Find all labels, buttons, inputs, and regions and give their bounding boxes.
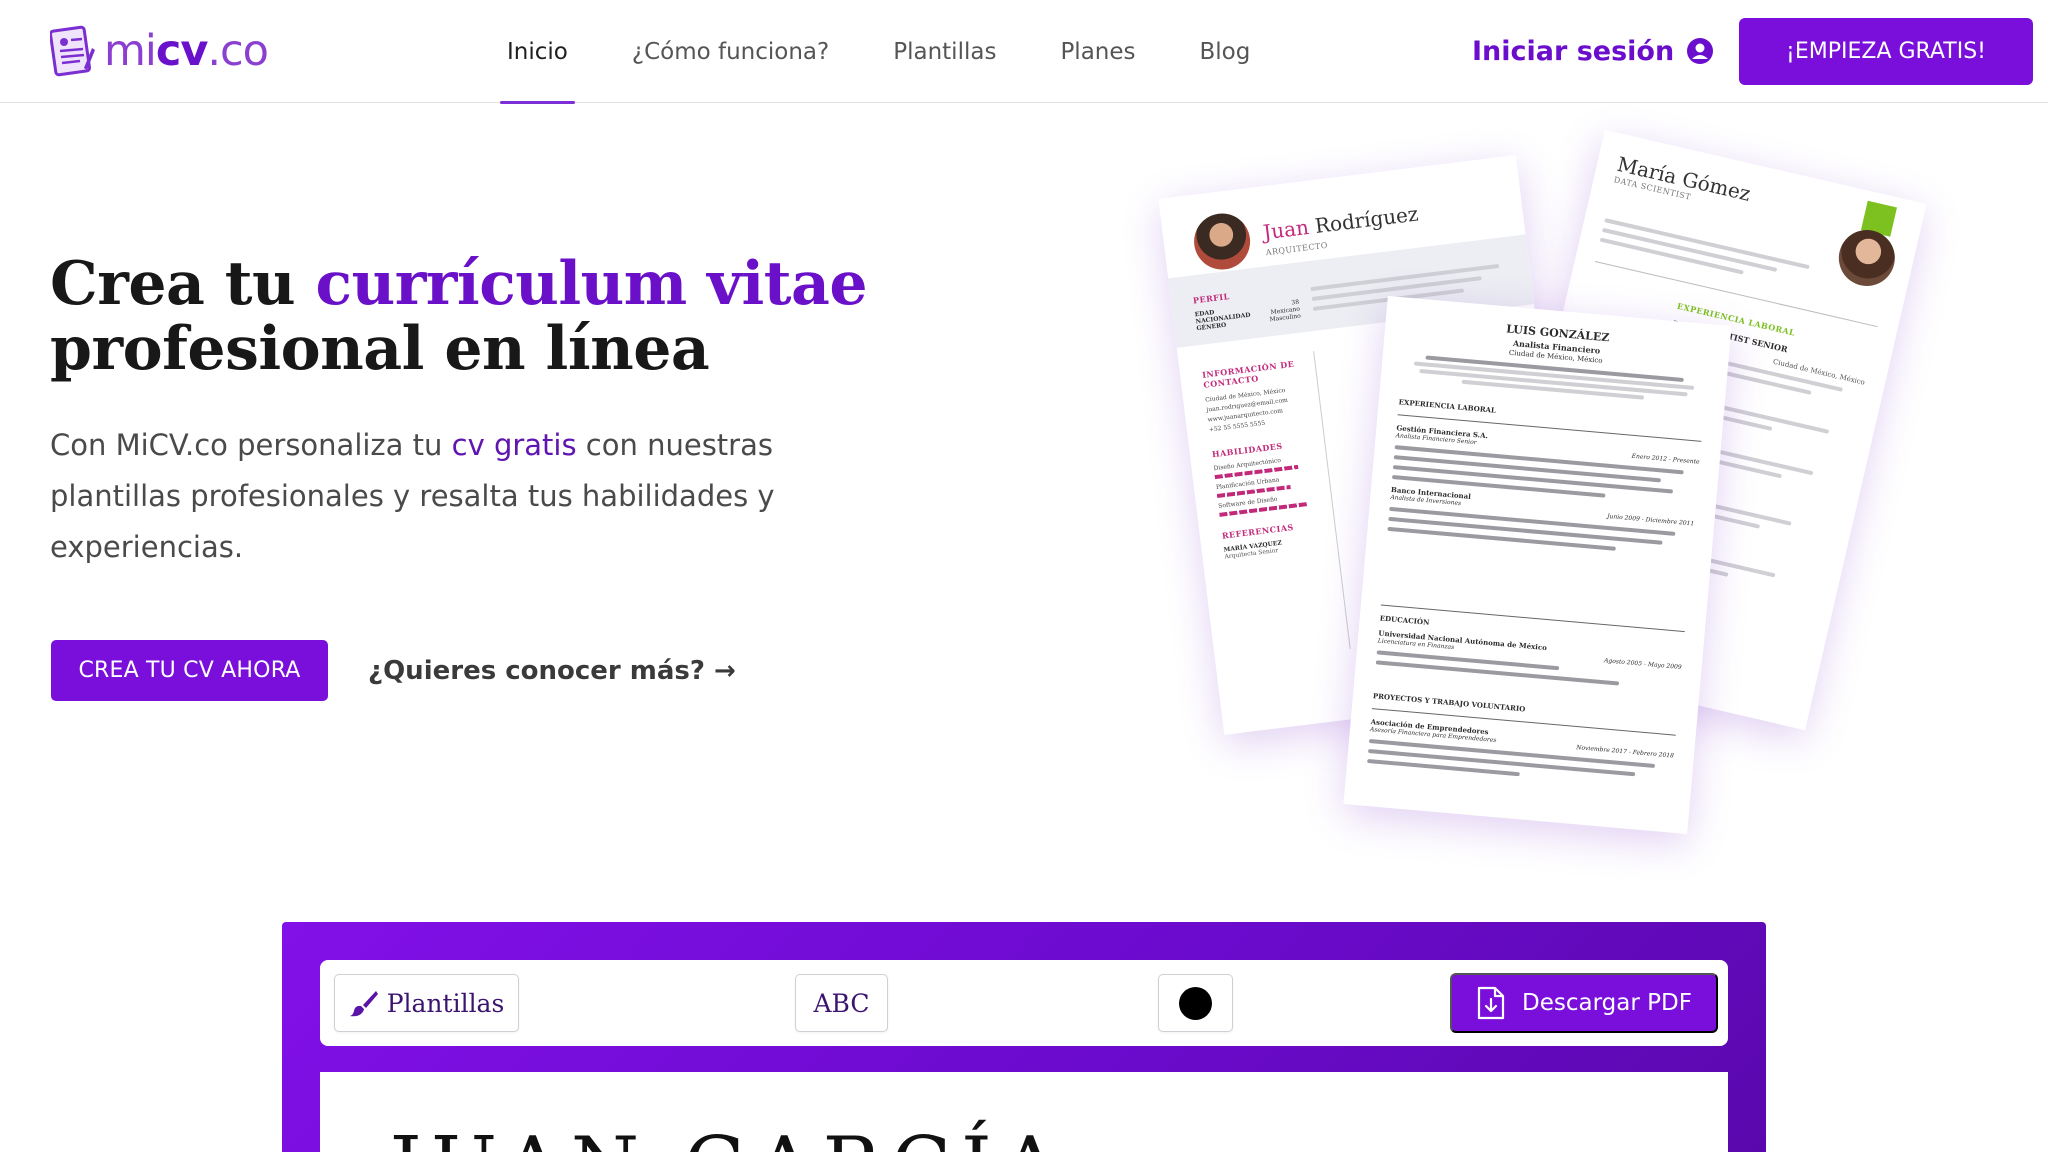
login-link[interactable]: Iniciar sesión — [1472, 30, 1714, 72]
logo-wordmark: micv.co — [104, 26, 269, 76]
color-picker-button[interactable] — [1158, 974, 1233, 1032]
nav-item-plantillas[interactable]: Plantillas — [886, 0, 1003, 103]
hero-subtitle: Con MiCV.co personaliza tu cv gratis con… — [50, 428, 775, 564]
download-pdf-button[interactable]: Descargar PDF — [1450, 973, 1718, 1033]
brand-logo[interactable]: micv.co — [50, 22, 269, 80]
paintbrush-icon — [349, 991, 378, 1017]
nav-item-como-funciona[interactable]: ¿Cómo funciona? — [625, 0, 836, 103]
cv-preview-luis: LUIS GONZÁLEZ Analista Financiero Ciudad… — [1343, 295, 1732, 835]
editor-toolbar: Plantillas ABC Descargar PDF — [320, 960, 1728, 1046]
start-free-button[interactable]: ¡EMPIEZA GRATIS! — [1739, 18, 2033, 85]
nav-item-blog[interactable]: Blog — [1193, 0, 1258, 103]
top-navbar: micv.co Inicio ¿Cómo funciona? Plantilla… — [0, 0, 2048, 104]
font-selector-button[interactable]: ABC — [795, 974, 888, 1032]
cv-preview-name[interactable]: JUAN GARCÍA — [390, 1127, 1068, 1152]
login-label: Iniciar sesión — [1472, 35, 1675, 67]
nav-item-inicio[interactable]: Inicio — [500, 0, 575, 104]
resume-logo-icon — [50, 25, 95, 77]
cv-preview-collage: María Gómez DATA SCIENTIST EXPERIENCIA L… — [1158, 129, 1927, 860]
download-pdf-label: Descargar PDF — [1522, 990, 1692, 1016]
selected-color-swatch — [1179, 986, 1212, 1020]
cv-editor-canvas[interactable]: JUAN GARCÍA — [320, 1072, 1728, 1152]
hero-title: Crea tu currículum vitae profesional en l… — [50, 249, 868, 384]
user-circle-icon — [1687, 38, 1714, 64]
create-cv-button[interactable]: CREA TU CV AHORA — [51, 640, 328, 701]
cv-editor-demo: Plantillas ABC Descargar PDF JUAN GARCÍA — [282, 922, 1766, 1152]
templates-button-label: Plantillas — [386, 988, 505, 1018]
learn-more-link[interactable]: ¿Quieres conocer más? → — [368, 650, 736, 692]
main-nav: Inicio ¿Cómo funciona? Plantillas Planes… — [500, 0, 1307, 104]
templates-button[interactable]: Plantillas — [334, 974, 519, 1032]
file-download-icon — [1477, 986, 1505, 1020]
nav-item-planes[interactable]: Planes — [1053, 0, 1142, 103]
cv-gratis-link[interactable]: cv gratis — [452, 428, 577, 462]
